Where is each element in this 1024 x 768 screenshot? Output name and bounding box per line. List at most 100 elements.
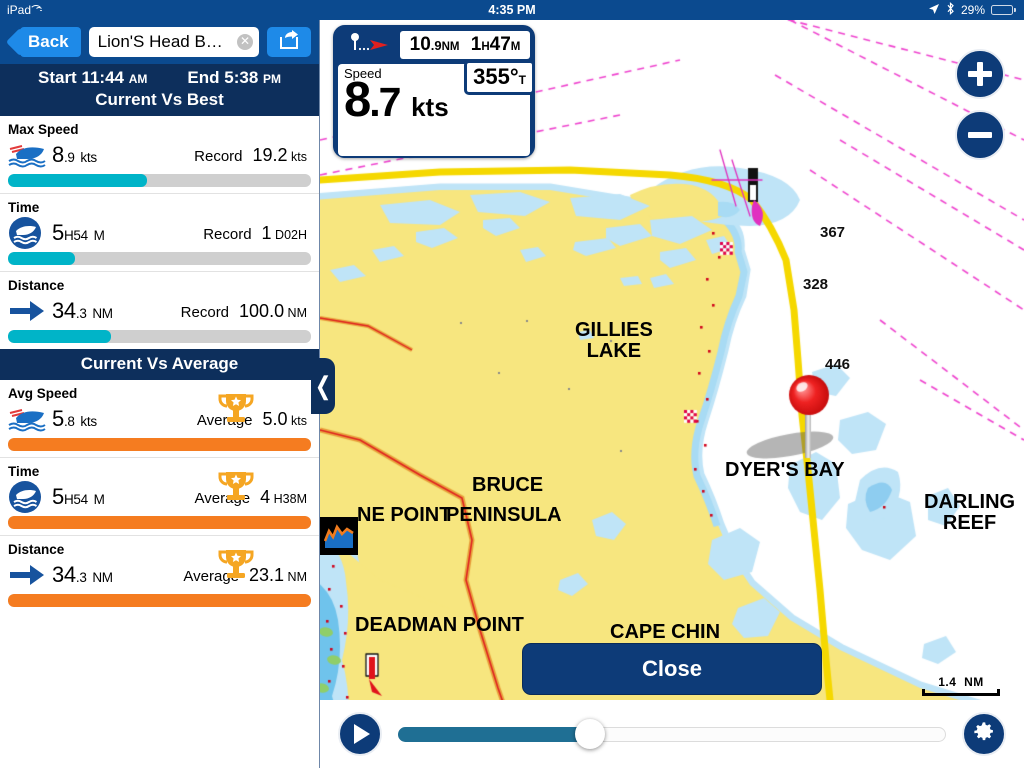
stat-row: Max Speed 8.9 kts Record 19.2 kts: [0, 116, 319, 194]
speedboat-icon: [8, 406, 52, 432]
stat-progress-track: [8, 438, 311, 451]
route-waypoint-icon: [338, 32, 400, 58]
heading-value: 355°T: [464, 60, 535, 95]
clear-icon[interactable]: ✕: [237, 34, 253, 50]
speedboat-icon: [8, 142, 52, 168]
stat-current-value: 8.9 kts: [52, 142, 97, 167]
stat-progress-fill: [8, 174, 148, 187]
stat-comparison: Record 1 D02H: [203, 223, 311, 244]
stat-compare-label: Record: [203, 225, 252, 243]
stat-label: Time: [8, 464, 40, 479]
stat-values: 5H54 M Average 4 H38M: [8, 472, 311, 514]
stat-progress-fill: [8, 330, 112, 343]
battery-percent-label: 29%: [960, 3, 985, 17]
location-arrow-icon: [928, 3, 940, 18]
stat-progress-fill: [8, 438, 311, 451]
map-label: DEADMAN POINT: [355, 614, 524, 636]
status-bar-clock: 4:35 PM: [488, 3, 536, 17]
stat-values: 8.9 kts Record 19.2 kts: [8, 139, 311, 171]
stat-progress-track: [8, 594, 311, 607]
stat-label: Time: [8, 200, 40, 215]
databox-speed-panel: Speed 8.7 kts 355°T: [338, 60, 535, 156]
trophy-icon: [217, 547, 255, 586]
stat-compare-label: Record: [180, 303, 230, 321]
wifi-icon: [29, 4, 49, 16]
depth-sounding: 328: [803, 276, 829, 293]
stat-compare-value: 19.2 kts: [252, 144, 308, 165]
depth-sounding: 367: [820, 224, 846, 241]
stat-label: Distance: [8, 542, 65, 557]
status-bar: iPad 4:35 PM 29%: [0, 0, 1024, 20]
scale-label: 1.4 NM: [938, 675, 984, 689]
stat-label: Distance: [8, 278, 65, 293]
chevron-left-icon: ❬: [312, 372, 334, 400]
trip-title-input[interactable]: Lion'S Head B… ✕: [88, 27, 259, 57]
play-button[interactable]: [338, 712, 382, 756]
settings-button[interactable]: [962, 712, 1006, 756]
stat-current-value: 34.3 NM: [52, 562, 113, 587]
stat-row: Avg Speed 5.8 kts Average 5.0 kts: [0, 380, 319, 458]
slider-knob[interactable]: [574, 719, 605, 749]
best-stats-list: Max Speed 8.9 kts Record 19.2 kts Time 5…: [0, 116, 319, 343]
stat-values: 34.3 NM Average 23.1 NM: [8, 550, 311, 591]
stat-values: 5.8 kts Average 5.0 kts: [8, 394, 311, 435]
map-label: CAPE CHIN: [610, 621, 721, 643]
trip-time-header: Start 11:44 AM End 5:38 PM Current Vs Be…: [0, 64, 319, 116]
stat-compare-label: Record: [194, 147, 243, 165]
chart-waveform-icon[interactable]: [320, 517, 358, 555]
stat-current-value: 5.8 kts: [52, 406, 97, 431]
back-button[interactable]: Back: [20, 27, 81, 57]
stat-row: Time 5H54 M Average 4 H38M: [0, 458, 319, 536]
map-label: GILLIES LAKE: [575, 319, 653, 362]
panel-collapse-handle[interactable]: ❬: [311, 358, 335, 414]
stat-row: Distance 34.3 NM Average 23.1 NM: [0, 536, 319, 607]
stat-progress-track: [8, 252, 311, 265]
navigation-data-box[interactable]: 10.9NM 1H47M Speed 8.7 kts 355°T: [333, 25, 535, 158]
scale-bar: 1.4 NM: [922, 675, 1000, 696]
stat-progress-fill: [8, 252, 75, 265]
map-label: PENINSULA: [446, 504, 562, 526]
stat-progress-track: [8, 330, 311, 343]
navigation-bar: Back Lion'S Head B… ✕: [0, 20, 319, 64]
map-label: BRUCE: [472, 474, 544, 496]
stat-compare-value: 5.0 kts: [262, 408, 307, 429]
share-icon: [278, 29, 300, 55]
battery-icon: [991, 5, 1016, 15]
zoom-in-button[interactable]: [955, 49, 1005, 99]
playback-slider[interactable]: [398, 719, 946, 749]
stat-current-value: 5H54 M: [52, 220, 105, 245]
back-button-label: Back: [28, 32, 69, 51]
trophy-icon: [217, 469, 255, 508]
stat-progress-track: [8, 174, 311, 187]
eta-time: 1H47M: [470, 34, 521, 55]
stat-values: 34.3 NM Record 100.0 NM: [8, 295, 311, 327]
map-label: DARLING REEF: [924, 491, 1016, 534]
stat-comparison: Record 19.2 kts: [194, 145, 311, 166]
stat-compare-value: 4 H38M: [260, 486, 307, 507]
zoom-out-button[interactable]: [955, 110, 1005, 160]
gear-icon: [973, 721, 995, 748]
stat-current-value: 5H54 M: [52, 484, 105, 509]
trip-stats-panel: Back Lion'S Head B… ✕ Start 11:44 AM End: [0, 20, 320, 768]
bluetooth-icon: [946, 2, 955, 18]
boat-circle-icon: [8, 216, 52, 250]
databox-top-row: 10.9NM 1H47M: [338, 30, 530, 60]
stat-values: 5H54 M Record 1 D02H: [8, 217, 311, 249]
current-vs-best-title: Current Vs Best: [95, 90, 224, 109]
close-button[interactable]: Close: [522, 643, 822, 695]
average-stats-list: Avg Speed 5.8 kts Average 5.0 kts Time 5…: [0, 380, 319, 607]
stat-progress-fill: [8, 516, 311, 529]
stat-progress-fill: [8, 594, 311, 607]
minus-icon: [968, 132, 992, 138]
stat-label: Avg Speed: [8, 386, 78, 401]
device-name-label: iPad: [7, 3, 32, 17]
share-button[interactable]: [267, 27, 311, 57]
chart-map[interactable]: 10.9NM 1H47M Speed 8.7 kts 355°T Close 1…: [320, 20, 1024, 768]
trip-title-value: Lion'S Head B…: [97, 32, 223, 51]
trophy-icon: [217, 391, 255, 430]
current-vs-average-title: Current Vs Average: [0, 349, 319, 380]
end-time-group: End 5:38 PM: [187, 68, 282, 87]
start-time-group: Start 11:44 AM: [37, 68, 148, 87]
stat-label: Max Speed: [8, 122, 79, 137]
boat-circle-icon: [8, 480, 52, 514]
